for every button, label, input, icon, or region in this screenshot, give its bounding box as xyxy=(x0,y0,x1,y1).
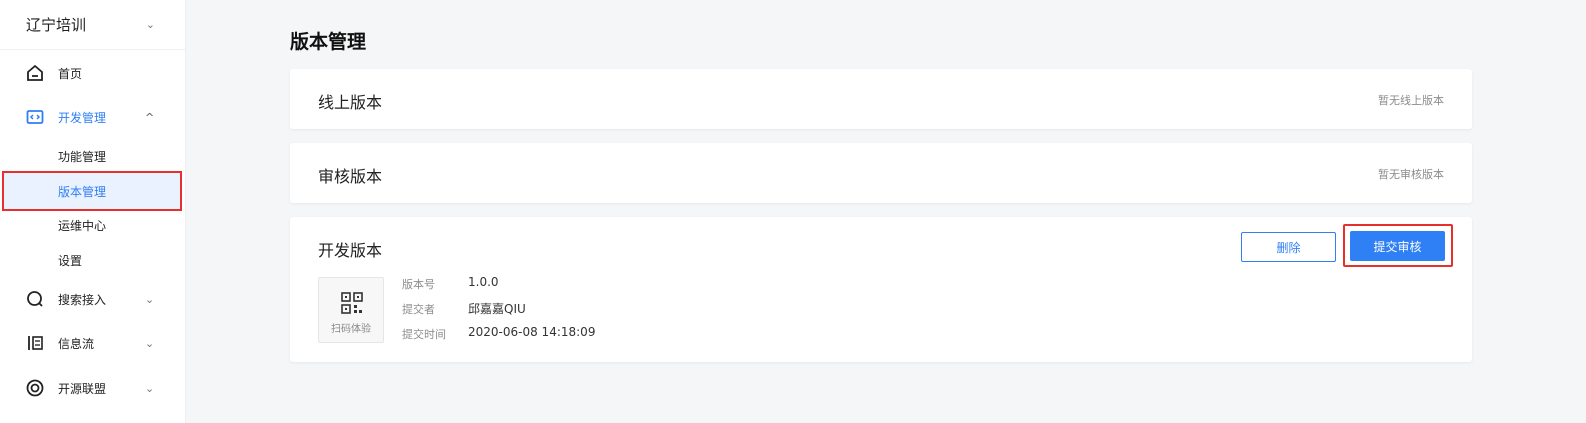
online-version-card: 线上版本 暂无线上版本 xyxy=(290,69,1472,129)
sidebar-subitem-label: 版本管理 xyxy=(58,184,107,199)
empty-note: 暂无审核版本 xyxy=(1378,168,1444,181)
home-icon xyxy=(27,64,43,81)
version-label: 版本号 xyxy=(402,278,435,291)
sidebar-subitem-settings[interactable]: 设置 xyxy=(4,243,180,277)
sidebar-item-home[interactable]: 首页 xyxy=(0,56,186,90)
review-version-card: 审核版本 暂无审核版本 xyxy=(290,143,1472,203)
sidebar-item-dev-management[interactable]: 开发管理 ^ xyxy=(0,100,186,134)
sidebar-subitem-label: 设置 xyxy=(58,253,83,268)
sidebar-subitem-feature-management[interactable]: 功能管理 xyxy=(4,139,180,173)
chevron-down-icon: ⌄ xyxy=(145,18,155,31)
alliance-icon xyxy=(26,379,44,397)
chevron-up-icon: ^ xyxy=(145,110,155,124)
sidebar-subitem-label: 运维中心 xyxy=(58,218,107,233)
app-switcher[interactable]: 辽宁培训 ⌄ xyxy=(0,0,185,50)
qr-label: 扫码体验 xyxy=(331,324,371,335)
sidebar: 辽宁培训 ⌄ 首页 开发管理 ^ 功能管理 版本管理 运维中心 设置 搜索接入 … xyxy=(0,0,186,423)
sidebar-item-feed[interactable]: 信息流 ⌄ xyxy=(0,326,186,360)
sidebar-item-label: 信息流 xyxy=(58,336,95,351)
delete-button[interactable]: 删除 xyxy=(1241,232,1336,262)
card-title: 线上版本 xyxy=(318,93,383,112)
code-icon xyxy=(26,110,44,124)
version-value: 1.0.0 xyxy=(468,275,499,289)
sidebar-subitem-ops-center[interactable]: 运维中心 xyxy=(4,208,180,242)
feed-icon xyxy=(28,336,43,350)
chevron-down-icon: ⌄ xyxy=(145,381,155,395)
sidebar-item-search-access[interactable]: 搜索接入 ⌄ xyxy=(0,282,186,316)
sidebar-item-label: 开源联盟 xyxy=(58,381,107,396)
chevron-down-icon: ⌄ xyxy=(145,336,155,350)
submitter-label: 提交者 xyxy=(402,303,435,316)
page-title: 版本管理 xyxy=(290,31,367,53)
sidebar-subitem-label: 功能管理 xyxy=(58,149,107,164)
chevron-down-icon: ⌄ xyxy=(145,292,155,306)
sidebar-item-label: 开发管理 xyxy=(58,110,107,125)
sidebar-subitem-version-management[interactable]: 版本管理 xyxy=(2,171,182,211)
sidebar-item-label: 首页 xyxy=(58,66,83,81)
qr-code-icon xyxy=(341,292,363,314)
empty-note: 暂无线上版本 xyxy=(1378,94,1444,107)
card-title: 审核版本 xyxy=(318,167,383,186)
search-icon xyxy=(27,291,43,307)
dev-version-card: 开发版本 删除 提交审核 扫码体验 版本号 1.0.0 提交者 邱嘉嘉QIU 提… xyxy=(290,217,1472,362)
card-title: 开发版本 xyxy=(318,241,383,260)
submit-review-button[interactable]: 提交审核 xyxy=(1350,231,1445,261)
sidebar-item-label: 搜索接入 xyxy=(58,292,107,307)
submit-time-value: 2020-06-08 14:18:09 xyxy=(468,325,596,339)
qr-code-preview[interactable]: 扫码体验 xyxy=(318,277,384,343)
submit-time-label: 提交时间 xyxy=(402,328,446,341)
app-name: 辽宁培训 xyxy=(26,16,87,34)
sidebar-item-open-alliance[interactable]: 开源联盟 ⌄ xyxy=(0,371,186,405)
submitter-value: 邱嘉嘉QIU xyxy=(468,302,526,316)
